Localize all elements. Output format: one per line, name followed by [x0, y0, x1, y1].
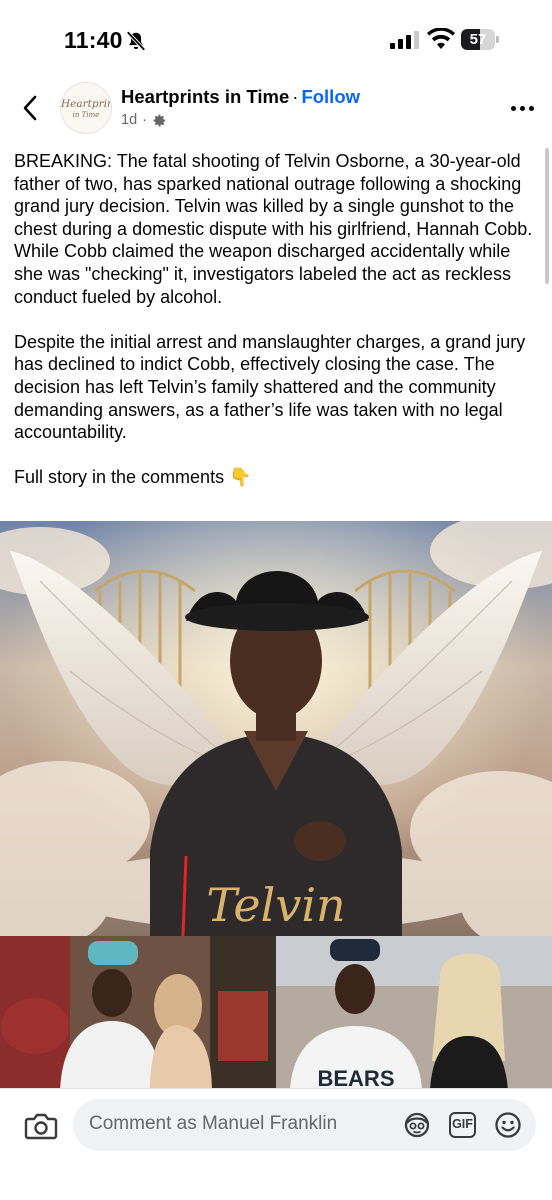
chevron-left-icon	[23, 95, 37, 121]
avatar-sticker-icon[interactable]	[403, 1111, 431, 1139]
wifi-icon	[427, 28, 455, 49]
page-name[interactable]: Heartprints in Time	[121, 86, 289, 107]
battery-percent: 57	[469, 31, 487, 48]
comment-bar: Comment as Manuel Franklin GIF	[0, 1088, 552, 1200]
post-paragraph: BREAKING: The fatal shooting of Telvin O…	[14, 151, 533, 307]
bell-slash-icon	[126, 31, 146, 51]
avatar-logo-line1: Heartprints	[61, 98, 111, 110]
scrollbar[interactable]	[545, 148, 549, 284]
post-paragraph: Despite the initial arrest and manslaugh…	[14, 331, 526, 443]
post-paragraph: Full story in the comments 👇	[14, 467, 252, 488]
meta-separator: ·	[142, 112, 147, 128]
battery-indicator: 57	[461, 29, 499, 51]
separator: ·	[292, 86, 299, 107]
cellular-signal-icon	[390, 31, 419, 49]
back-button[interactable]	[14, 92, 46, 124]
comment-input[interactable]: Comment as Manuel Franklin GIF	[73, 1099, 536, 1151]
smiley-icon[interactable]	[494, 1111, 522, 1139]
comment-placeholder: Comment as Manuel Franklin	[89, 1113, 338, 1134]
camera-icon[interactable]	[24, 1111, 58, 1141]
gear-icon	[153, 114, 166, 126]
status-time: 11:40	[64, 27, 123, 53]
page-avatar[interactable]: Heartprints in Time	[60, 82, 112, 134]
post-body: BREAKING: The fatal shooting of Telvin O…	[14, 150, 534, 489]
status-bar: 11:40 57	[0, 0, 552, 70]
avatar-logo-line2: in Time	[72, 111, 100, 119]
post-meta: 1d ·	[121, 112, 167, 128]
post-image[interactable]: Telvin BEARS	[0, 521, 552, 1091]
more-options-button[interactable]	[506, 96, 538, 120]
more-horizontal-icon	[510, 105, 534, 111]
memorial-script-text: Telvin	[206, 878, 345, 932]
memorial-photo-collage: Telvin BEARS	[0, 521, 552, 1091]
follow-button[interactable]: Follow	[301, 86, 360, 107]
post-age[interactable]: 1d	[121, 112, 137, 128]
gif-button[interactable]: GIF	[449, 1112, 476, 1138]
post-author-line: Heartprints in Time · Follow	[121, 86, 360, 108]
